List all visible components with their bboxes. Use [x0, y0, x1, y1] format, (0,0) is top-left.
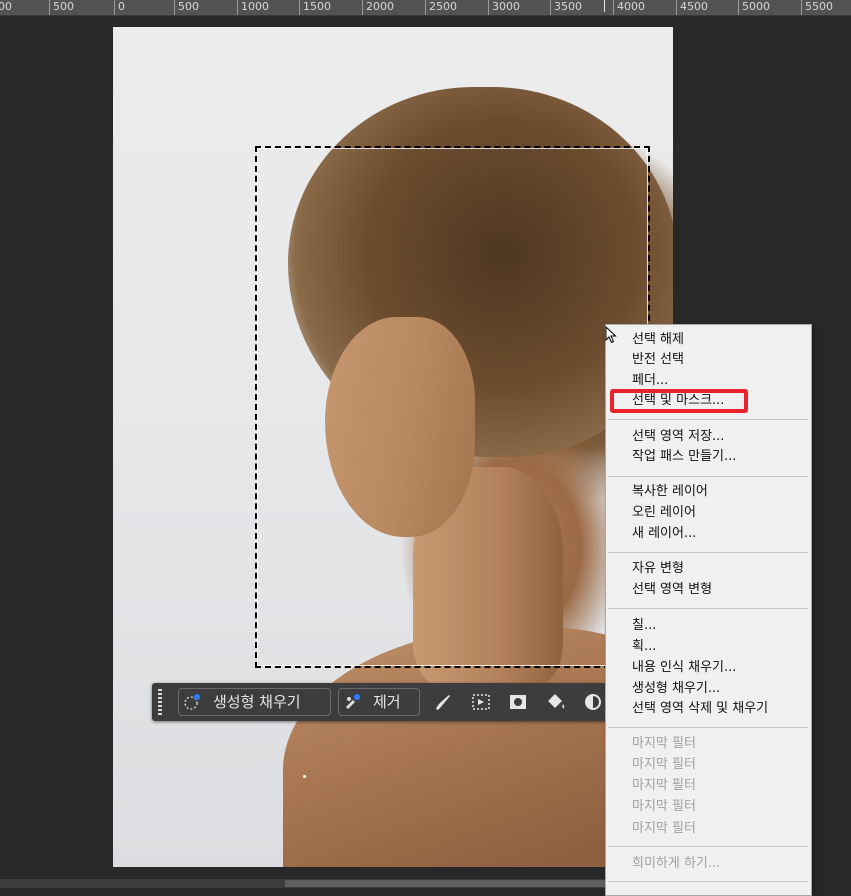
- menu-item-last-filter: 마지막 필터: [632, 736, 696, 751]
- horizontal-scrollbar[interactable]: [0, 879, 605, 888]
- menu-separator: [608, 476, 808, 477]
- ruler-label: 4000: [613, 0, 645, 15]
- ruler-label: 500: [174, 0, 199, 15]
- annotation-highlight-box: [610, 389, 748, 413]
- menu-item-inverse-select[interactable]: 반전 선택: [632, 350, 684, 369]
- ruler-label: 1500: [299, 0, 331, 15]
- ruler-label: 4500: [676, 0, 708, 15]
- menu-item-save-selection[interactable]: 선택 영역 저장...: [632, 427, 724, 446]
- menu-item-last-filter: 마지막 필터: [632, 799, 696, 814]
- menu-separator: [608, 608, 808, 609]
- menu-item-new-layer[interactable]: 새 레이어...: [632, 524, 696, 543]
- adjustment-icon[interactable]: [582, 692, 604, 712]
- menu-separator: [608, 846, 808, 847]
- generative-fill-icon: [179, 692, 205, 712]
- photo-highlight-dot: [303, 775, 306, 778]
- menu-item-make-work-path[interactable]: 작업 패스 만들기...: [632, 447, 736, 466]
- ruler-label: 0: [114, 0, 125, 15]
- horizontal-ruler[interactable]: 00 500 0 500 1000 1500 2000 2500 3000 35…: [0, 0, 851, 16]
- menu-separator: [608, 419, 808, 420]
- menu-item-stroke[interactable]: 획...: [632, 637, 656, 656]
- menu-item-fade: 희미하게 하기...: [632, 856, 721, 871]
- ruler-label: 2000: [362, 0, 394, 15]
- menu-item-layer-via-cut[interactable]: 오린 레이어: [632, 503, 696, 522]
- selection-marquee[interactable]: [255, 146, 650, 668]
- ruler-label: 3500: [550, 0, 582, 15]
- fill-bucket-icon[interactable]: [545, 692, 567, 712]
- scrollbar-thumb[interactable]: [285, 880, 605, 887]
- ruler-label: 5000: [738, 0, 770, 15]
- mask-icon[interactable]: [507, 692, 529, 712]
- menu-item-last-filter: 마지막 필터: [632, 778, 696, 793]
- menu-item-last-filter: 마지막 필터: [632, 821, 696, 836]
- generative-fill-button[interactable]: 생성형 채우기: [178, 688, 331, 716]
- menu-separator: [608, 552, 808, 553]
- generative-fill-label: 생성형 채우기: [213, 693, 301, 711]
- ruler-label: 5500: [801, 0, 833, 15]
- remove-button[interactable]: 제거: [338, 688, 420, 716]
- ruler-label: 1000: [237, 0, 269, 15]
- ruler-label: 00: [0, 0, 12, 15]
- ruler-label: 500: [49, 0, 74, 15]
- ruler-label: 3000: [488, 0, 520, 15]
- menu-separator: [608, 881, 808, 882]
- menu-item-layer-via-copy[interactable]: 복사한 레이어: [632, 482, 708, 501]
- menu-separator: [608, 727, 808, 728]
- menu-item-content-aware-fill[interactable]: 내용 인식 채우기...: [632, 658, 736, 677]
- contextual-taskbar: 생성형 채우기 제거: [152, 683, 607, 721]
- brush-icon[interactable]: [432, 692, 454, 712]
- menu-item-feather[interactable]: 페더...: [632, 371, 668, 390]
- menu-item-delete-and-fill[interactable]: 선택 영역 삭제 및 채우기: [632, 699, 768, 718]
- ruler-cursor-indicator: [604, 0, 605, 12]
- remove-tool-icon: [339, 692, 365, 712]
- transform-selection-icon[interactable]: [470, 692, 492, 712]
- menu-item-last-filter: 마지막 필터: [632, 757, 696, 772]
- menu-item-fill[interactable]: 칠...: [632, 616, 656, 635]
- menu-item-deselect[interactable]: 선택 해제: [632, 330, 684, 349]
- menu-item-generative-fill[interactable]: 생성형 채우기...: [632, 679, 720, 698]
- mouse-pointer-icon: [605, 325, 617, 348]
- menu-item-free-transform[interactable]: 자유 변형: [632, 559, 684, 578]
- remove-label: 제거: [373, 693, 401, 711]
- menu-item-transform-selection[interactable]: 선택 영역 변형: [632, 580, 712, 599]
- drag-handle[interactable]: [158, 689, 162, 715]
- ruler-label: 2500: [425, 0, 457, 15]
